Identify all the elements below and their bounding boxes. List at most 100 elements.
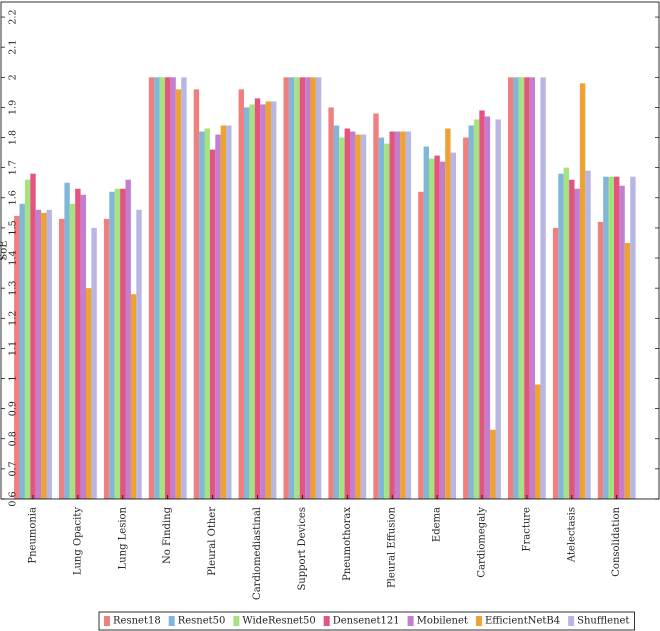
bar-wideresnet50-cardiomediastinal (249, 104, 255, 500)
bar-efficientnetb4-pleural-effusion (400, 131, 406, 499)
x-tick-label: Pneumothorax (342, 507, 353, 581)
x-tick-label: Support Devices (297, 507, 308, 591)
legend-swatch (407, 616, 414, 626)
x-tick-label: Lung Lesion (117, 506, 128, 569)
bar-resnet18-no-finding (148, 77, 155, 499)
bar-wideresnet50-consolidation (608, 176, 614, 499)
bar-efficientnetb4-lung-lesion (130, 294, 137, 499)
legend-swatch (475, 616, 482, 626)
x-tick-label: Pneumonia (28, 507, 39, 564)
bar-wideresnet50-pneumothorax (339, 137, 345, 499)
legend-swatch (168, 616, 175, 626)
legend-swatch (104, 616, 110, 626)
bar-wideresnet50-pleural-effusion (384, 143, 390, 499)
bar-wideresnet50-no-finding (159, 77, 165, 499)
bar-mobilenet-cardiomediastinal (260, 104, 266, 500)
legend-label: EfficientNetB4 (485, 616, 560, 627)
bar-shufflenet-lung-opacity (91, 227, 97, 499)
bar-resnet50-cardiomediastinal (244, 107, 250, 499)
bar-resnet50-cardiomegaly (468, 125, 474, 499)
y-tick-label: 1.7 (8, 160, 19, 175)
bar-resnet18-support-devices (283, 77, 289, 499)
bar-wideresnet50-pleural-other (204, 128, 210, 499)
legend-swatch (233, 616, 240, 626)
bar-mobilenet-pneumothorax (350, 131, 356, 499)
bar-densenet121-edema (434, 155, 440, 500)
bar-shufflenet-pneumonia (46, 209, 52, 499)
y-tick-label: 0.7 (8, 461, 19, 476)
bar-resnet18-lung-lesion (103, 218, 110, 499)
legend-swatch (568, 616, 575, 626)
bar-resnet50-atelectasis (558, 173, 564, 499)
bar-efficientnetb4-lung-opacity (86, 288, 92, 499)
y-tick-label: 2 (8, 74, 19, 80)
bar-shufflenet-fracture (540, 77, 546, 499)
bar-efficientnetb4-atelectasis (579, 83, 586, 499)
bar-shufflenet-cardiomediastinal (271, 101, 277, 500)
bar-densenet121-pleural-other (209, 149, 216, 499)
legend-label: Resnet50 (178, 616, 226, 627)
bar-efficientnetb4-consolidation (624, 242, 631, 499)
bar-efficientnetb4-no-finding (175, 89, 182, 500)
bar-wideresnet50-pneumonia (24, 179, 31, 499)
x-tick-label: Lung Opacity (72, 507, 83, 575)
bar-resnet18-lung-opacity (59, 218, 65, 499)
bar-resnet50-consolidation (603, 176, 609, 499)
bar-shufflenet-pleural-other (226, 125, 232, 499)
legend-label: Shufflenet (577, 616, 629, 627)
bar-resnet50-no-finding (154, 77, 160, 499)
bar-shufflenet-pleural-effusion (405, 131, 412, 499)
y-axis-label: SoE (0, 240, 10, 260)
bar-resnet50-edema (423, 146, 429, 499)
x-tick-label: Pleural Effusion (387, 506, 398, 588)
x-tick-label: Edema (432, 507, 443, 542)
bar-shufflenet-lung-lesion (136, 209, 142, 499)
y-tick-label: 1.1 (8, 341, 19, 356)
legend-label: Mobilenet (417, 616, 468, 627)
bar-efficientnetb4-cardiomegaly (490, 429, 496, 499)
bar-shufflenet-atelectasis (585, 170, 591, 500)
bar-densenet121-atelectasis (569, 179, 575, 499)
bar-densenet121-cardiomediastinal (254, 98, 261, 499)
y-tick-label: 2.1 (8, 40, 19, 55)
bar-shufflenet-pneumothorax (360, 134, 367, 500)
bar-efficientnetb4-pneumonia (41, 212, 47, 499)
legend-label: Resnet18 (113, 616, 161, 627)
bar-efficientnetb4-support-devices (310, 77, 316, 499)
bar-mobilenet-atelectasis (574, 188, 580, 499)
bar-mobilenet-pneumonia (35, 209, 42, 499)
bar-densenet121-pneumonia (30, 173, 36, 499)
bar-shufflenet-support-devices (315, 77, 322, 499)
bar-mobilenet-edema (439, 161, 446, 499)
bar-shufflenet-no-finding (181, 77, 187, 499)
y-tick-label: 1.8 (8, 130, 19, 145)
bar-efficientnetb4-fracture (535, 384, 541, 499)
bar-shufflenet-cardiomegaly (495, 119, 501, 500)
bar-wideresnet50-cardiomegaly (473, 119, 480, 500)
legend-swatch (323, 616, 330, 626)
bar-wideresnet50-atelectasis (563, 167, 570, 499)
bar-resnet50-pleural-other (199, 131, 205, 499)
bar-shufflenet-consolidation (630, 176, 636, 499)
legend-label: Densenet121 (333, 616, 400, 627)
bar-wideresnet50-edema (429, 158, 435, 499)
x-tick-label: Fracture (521, 507, 532, 552)
bar-resnet18-pneumothorax (328, 107, 334, 499)
y-tick-label: 1.2 (8, 311, 19, 326)
bars-layer (14, 77, 636, 500)
bar-resnet18-cardiomediastinal (238, 89, 244, 500)
bar-mobilenet-pleural-effusion (394, 131, 401, 499)
bar-shufflenet-edema (450, 152, 456, 499)
bar-mobilenet-pleural-other (215, 134, 221, 500)
bar-mobilenet-lung-lesion (125, 179, 131, 499)
bar-resnet50-pneumothorax (333, 125, 340, 499)
bar-efficientnetb4-edema (445, 128, 451, 499)
bar-efficientnetb4-pleural-other (220, 125, 227, 499)
y-tick-label: 0.9 (8, 401, 19, 416)
x-tick-label: No Finding (162, 506, 173, 564)
y-tick-label: 0.6 (8, 491, 19, 506)
bar-efficientnetb4-pneumothorax (355, 134, 361, 500)
bar-mobilenet-lung-opacity (80, 194, 86, 499)
x-axis: Pneumonia Lung Opacity Lung Lesion No Findi… (28, 495, 622, 600)
legend-items: Resnet18 Resnet50 WideResnet50 Densenet121 M… (104, 616, 629, 627)
